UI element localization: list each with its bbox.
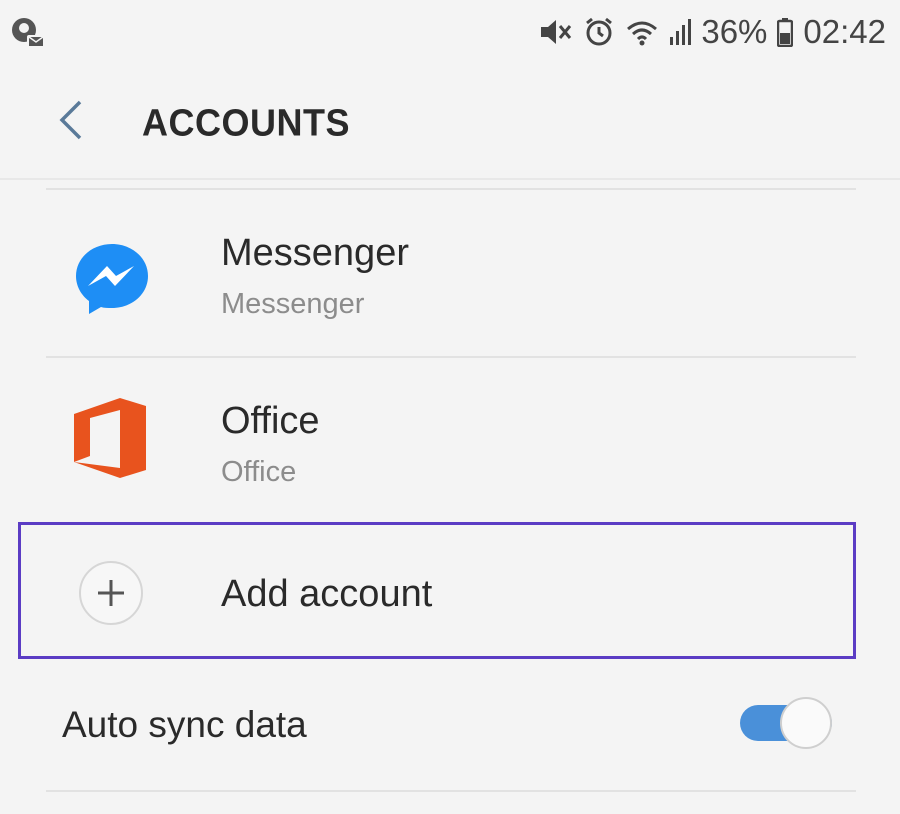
signal-icon [669,17,692,47]
messenger-icon [70,236,154,320]
account-item-office[interactable]: Office Office [0,358,900,524]
account-name: Office [221,400,320,442]
account-subtitle: Messenger [221,288,365,320]
app-bar: ACCOUNTS [0,68,900,178]
notification-icon [8,14,48,54]
account-name: Messenger [221,232,409,274]
alarm-icon [583,16,615,48]
header-divider [0,178,900,180]
back-button[interactable] [40,90,100,150]
status-bar: 36% 02:42 [0,0,900,68]
add-account-label: Add account [221,573,433,615]
office-icon [70,396,154,480]
add-account-button[interactable]: Add account [18,522,856,659]
toggle-knob [780,697,832,749]
account-item-messenger[interactable]: Messenger Messenger [0,190,900,356]
chevron-left-icon [59,100,82,140]
mute-icon [539,17,573,47]
auto-sync-toggle[interactable] [740,697,832,749]
account-subtitle: Office [221,456,297,488]
status-time: 02:42 [803,13,886,50]
battery-percent: 36% [701,13,768,50]
page-title: ACCOUNTS [142,100,350,144]
auto-sync-label: Auto sync data [62,704,307,745]
battery-icon [777,17,794,47]
list-divider [46,790,856,792]
wifi-icon [625,17,659,47]
plus-icon [79,561,143,625]
auto-sync-row[interactable]: Auto sync data [0,664,900,784]
